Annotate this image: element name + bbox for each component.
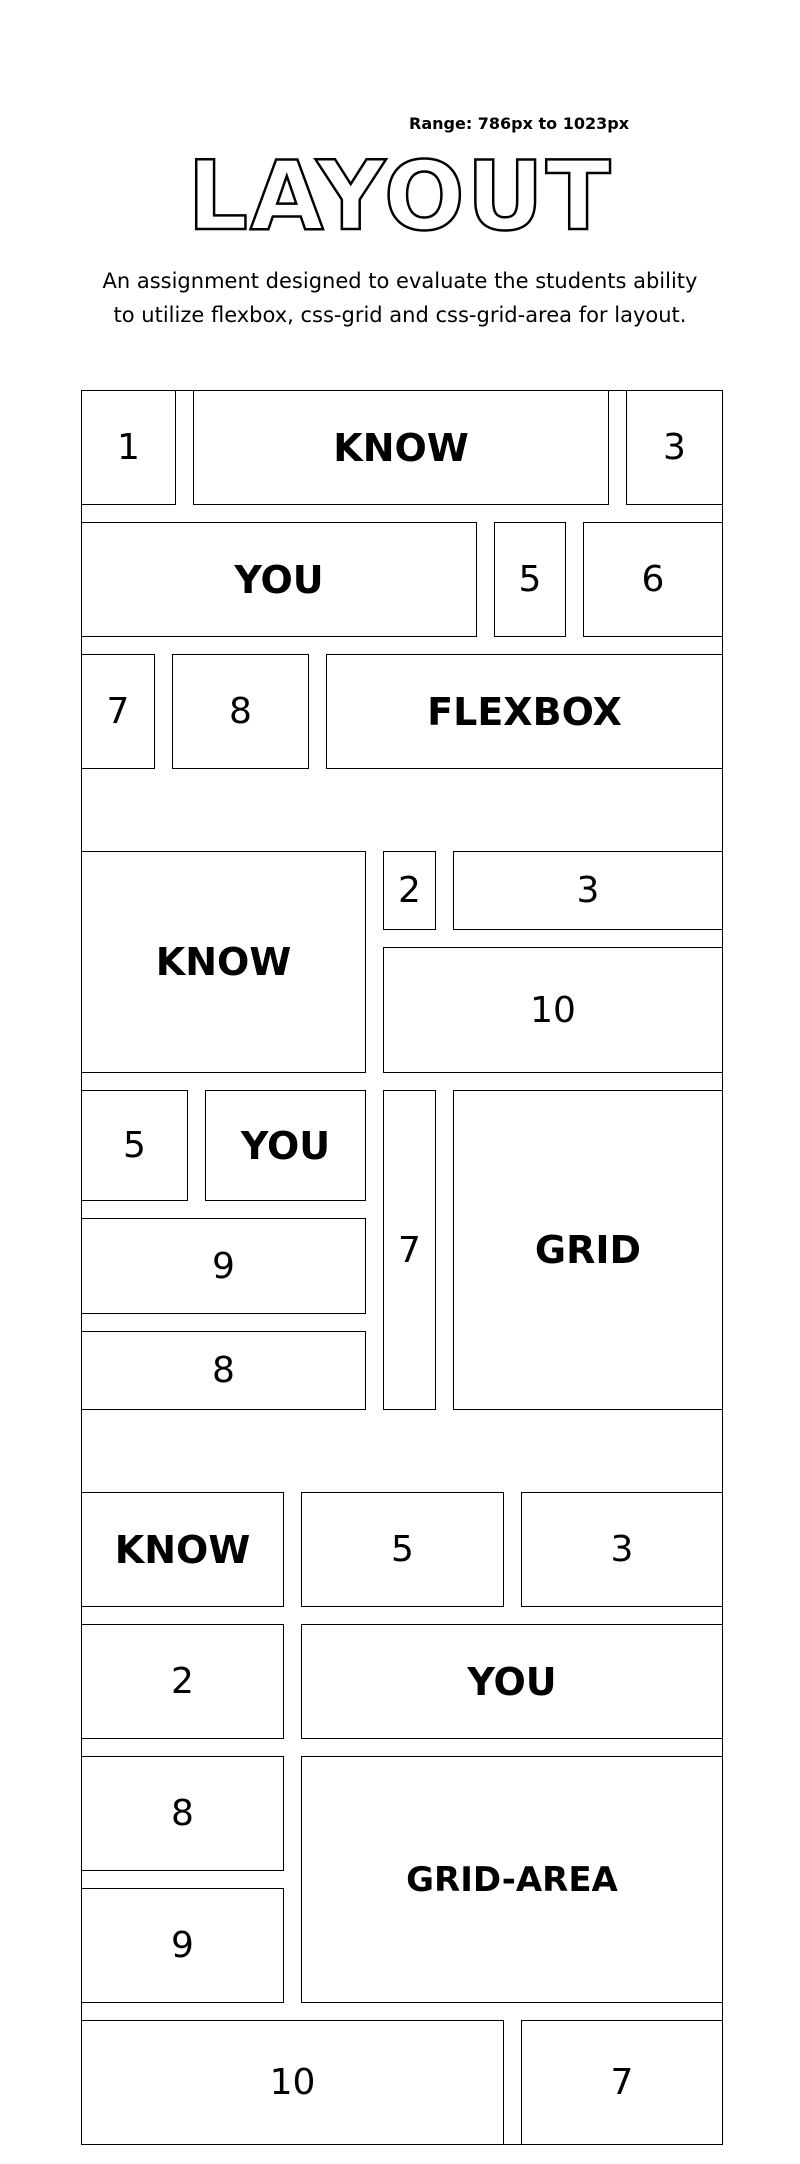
grid-area-box-10: 10 [81,2020,504,2145]
grid-area-box-7: 7 [521,2020,723,2145]
grid-area-box-you: YOU [301,1624,723,1739]
grid-area-box-know: KNOW [81,1492,284,1607]
grid-box-2: 2 [383,851,436,930]
flexbox-box-3: 3 [626,390,723,505]
grid-box-9: 9 [81,1218,366,1314]
flexbox-box-1: 1 [81,390,176,505]
flexbox-box-7: 7 [81,654,155,769]
flexbox-box-flexbox: FLEXBOX [326,654,723,769]
flexbox-box-you: YOU [81,522,477,637]
grid-area-box-5: 5 [301,1492,504,1607]
grid-box-10: 10 [383,947,723,1073]
grid-area-box-2: 2 [81,1624,284,1739]
grid-box-you: YOU [205,1090,366,1201]
grid-area-box-3: 3 [521,1492,723,1607]
grid-box-3: 3 [453,851,723,930]
grid-area-box-8: 8 [81,1756,284,1871]
range-label: Range: 786px to 1023px [409,114,630,133]
flexbox-box-know: KNOW [193,390,609,505]
flexbox-box-8: 8 [172,654,309,769]
grid-area-box-9: 9 [81,1888,284,2003]
flexbox-box-6: 6 [583,522,723,637]
grid-box-know: KNOW [81,851,366,1073]
grid-box-7: 7 [383,1090,436,1410]
flexbox-box-5: 5 [494,522,566,637]
grid-box-8: 8 [81,1331,366,1410]
grid-box-grid: GRID [453,1090,723,1410]
page-title: LAYOUT [186,142,613,252]
grid-area-box-grid-area: GRID-AREA [301,1756,723,2003]
page-description: An assignment designed to evaluate the s… [102,269,698,327]
grid-box-5: 5 [81,1090,188,1201]
